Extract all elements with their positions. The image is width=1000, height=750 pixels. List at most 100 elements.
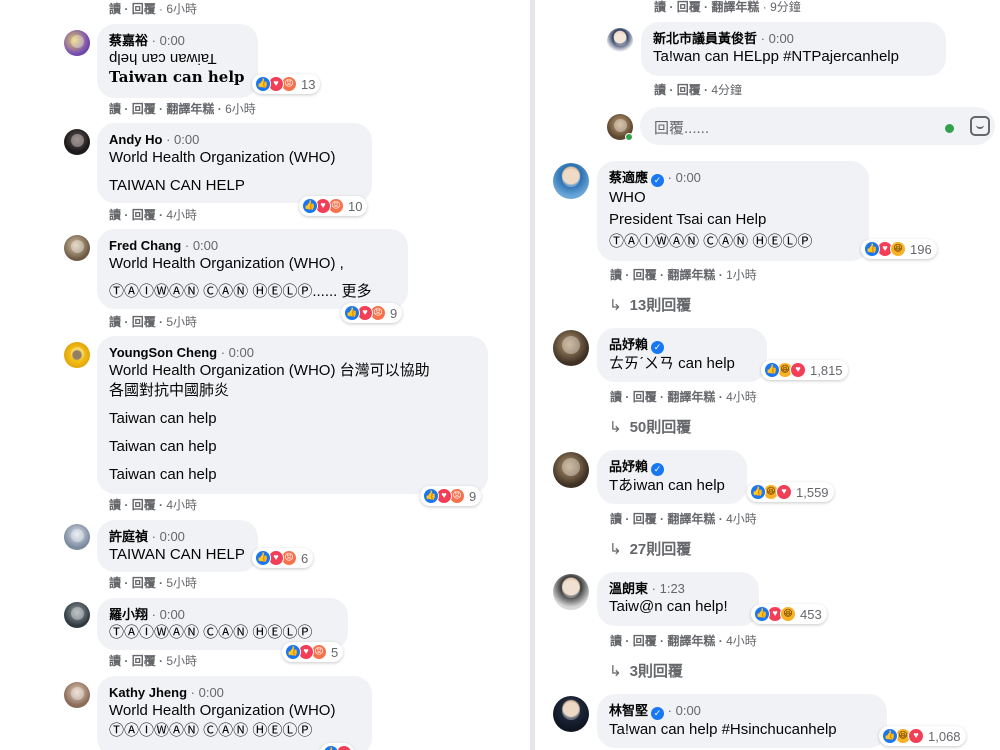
avatar[interactable]	[553, 330, 589, 366]
read-link[interactable]: 讀	[109, 2, 121, 16]
reply-link[interactable]: 回覆	[132, 2, 156, 16]
reply-arrow-icon: ↳	[609, 663, 622, 680]
commenter-name[interactable]: 品妤賴	[609, 459, 648, 474]
comment-text-line: ㄊㄞˊㄨㄢ can help	[609, 355, 735, 372]
view-replies-link[interactable]: ↳ 13則回覆	[609, 294, 691, 315]
comment-text-line: Taiwan can help	[109, 466, 217, 483]
read-link[interactable]: 讀	[610, 512, 622, 526]
translate-link[interactable]: 翻譯年糕	[166, 102, 214, 116]
commenter-name[interactable]: 蔡嘉裕	[109, 33, 148, 48]
commenter-name[interactable]: Andy Ho	[109, 132, 162, 147]
commenter-name[interactable]: 新北市議員黃俊哲	[653, 31, 757, 46]
commenter-name[interactable]: YoungSon Cheng	[109, 345, 217, 360]
commenter-name[interactable]: 羅小翔	[109, 607, 148, 622]
commenter-name[interactable]: 林智堅	[609, 703, 648, 718]
avatar[interactable]	[553, 696, 589, 732]
avatar[interactable]	[64, 30, 90, 56]
video-timestamp[interactable]: 0:00	[199, 685, 224, 700]
translate-link[interactable]: 翻譯年糕	[667, 390, 715, 404]
reply-link[interactable]: 回覆	[633, 634, 657, 648]
reaction-summary[interactable]: 👍 😆 ♥ 1,068	[879, 726, 966, 746]
reply-link[interactable]: 回覆	[677, 83, 701, 97]
reply-link[interactable]: 回覆	[132, 576, 156, 590]
read-link[interactable]: 讀	[109, 654, 121, 668]
comment-text-line: Taiw@n can help!	[609, 598, 728, 615]
reaction-summary[interactable]: 👍 😆 ♥ 1,815	[761, 360, 848, 380]
commenter-name[interactable]: Kathy Jheng	[109, 685, 187, 700]
read-link[interactable]: 讀	[610, 634, 622, 648]
video-timestamp[interactable]: 0:00	[676, 703, 701, 718]
avatar[interactable]	[64, 682, 90, 708]
avatar[interactable]	[64, 235, 90, 261]
translate-link[interactable]: 翻譯年糕	[667, 268, 715, 282]
separator-dot: ·	[760, 31, 765, 46]
reaction-summary[interactable]: 👍 ♥ 😡 9	[420, 486, 482, 506]
reaction-summary[interactable]: 👍 ♥ 😡 6	[252, 548, 314, 568]
commenter-name[interactable]: 蔡適應	[609, 170, 648, 185]
reaction-summary[interactable]: 👍 ♥ 😡 9	[341, 303, 403, 323]
commenter-name[interactable]: 溫朗東	[609, 581, 648, 596]
comment: 品妤賴 ✓ Tあiwan can help 👍 😆 ♥ 1,559 讀 · 回覆 · 翻…	[535, 450, 1000, 565]
read-link[interactable]: 讀	[654, 83, 666, 97]
avatar[interactable]	[64, 129, 90, 155]
view-replies-link[interactable]: ↳ 50則回覆	[609, 416, 691, 437]
avatar[interactable]	[553, 452, 589, 488]
comment-text-line: Taiwan can help	[109, 438, 217, 455]
reaction-summary[interactable]: 👍 ♥ 😡 13	[252, 74, 321, 94]
video-timestamp[interactable]: 0:00	[769, 31, 794, 46]
see-more-link[interactable]: 更多	[342, 283, 372, 300]
video-timestamp[interactable]: 0:00	[193, 238, 218, 253]
read-link[interactable]: 讀	[109, 315, 121, 329]
commenter-name[interactable]: 品妤賴	[609, 337, 648, 352]
reply-link[interactable]: 回覆	[633, 512, 657, 526]
video-timestamp[interactable]: 0:00	[676, 170, 701, 185]
read-link[interactable]: 讀	[109, 576, 121, 590]
comment-text-line: Tあiwan can help	[609, 477, 725, 494]
read-link[interactable]: 讀	[610, 268, 622, 282]
reaction-summary[interactable]: 👍 ♥ 😆 453	[751, 604, 827, 624]
avatar[interactable]	[64, 524, 90, 550]
like-icon: 👍	[750, 484, 766, 500]
reply-link[interactable]: 回覆	[677, 0, 701, 14]
reaction-summary[interactable]: 👍 ♥ 😡 5	[282, 642, 344, 662]
avatar[interactable]	[553, 163, 589, 199]
read-link[interactable]: 讀	[109, 208, 121, 222]
reply-link[interactable]: 回覆	[132, 208, 156, 222]
sticker-icon[interactable]	[970, 116, 990, 136]
commenter-name[interactable]: Fred Chang	[109, 238, 181, 253]
reply-link[interactable]: 回覆	[633, 390, 657, 404]
commenter-name[interactable]: 許庭禎	[109, 529, 148, 544]
read-link[interactable]: 讀	[109, 102, 121, 116]
reaction-summary[interactable]: 👍 ♥ 😡 10	[299, 196, 368, 216]
reaction-summary[interactable]: 👍 😆 ♥ 1,559	[747, 482, 834, 502]
video-timestamp[interactable]: 1:23	[660, 581, 685, 596]
view-replies-link[interactable]: ↳ 3則回覆	[609, 660, 683, 681]
avatar[interactable]	[64, 342, 90, 368]
read-link[interactable]: 讀	[109, 498, 121, 512]
comment: 品妤賴 ✓ ㄊㄞˊㄨㄢ can help 👍 😆 ♥ 1,815 讀 · 回覆 · 翻譯…	[535, 328, 1000, 443]
read-link[interactable]: 讀	[610, 390, 622, 404]
reply-link[interactable]: 回覆	[132, 654, 156, 668]
comment-bubble: 許庭禎 · 0:00 TAIWAN CAN HELP	[97, 520, 258, 572]
translate-link[interactable]: 翻譯年糕	[711, 0, 759, 14]
reply-link[interactable]: 回覆	[132, 102, 156, 116]
video-timestamp[interactable]: 0:00	[160, 607, 185, 622]
avatar[interactable]	[553, 574, 589, 610]
translate-link[interactable]: 翻譯年糕	[667, 634, 715, 648]
translate-link[interactable]: 翻譯年糕	[667, 512, 715, 526]
reply-link[interactable]: 回覆	[132, 315, 156, 329]
video-timestamp[interactable]: 0:00	[174, 132, 199, 147]
view-replies-link[interactable]: ↳ 27則回覆	[609, 538, 691, 559]
reaction-count: 13	[301, 76, 316, 92]
reaction-summary[interactable]: 👍 ♥ 😆 196	[861, 239, 937, 259]
read-link[interactable]: 讀	[654, 0, 666, 14]
video-timestamp[interactable]: 0:00	[160, 33, 185, 48]
reaction-summary[interactable]: 👍♥	[320, 743, 354, 750]
video-timestamp[interactable]: 0:00	[160, 529, 185, 544]
reply-link[interactable]: 回覆	[633, 268, 657, 282]
avatar[interactable]	[64, 602, 90, 628]
reply-input[interactable]: 回覆......	[640, 107, 995, 145]
avatar[interactable]	[607, 28, 633, 54]
reply-link[interactable]: 回覆	[132, 498, 156, 512]
video-timestamp[interactable]: 0:00	[229, 345, 254, 360]
